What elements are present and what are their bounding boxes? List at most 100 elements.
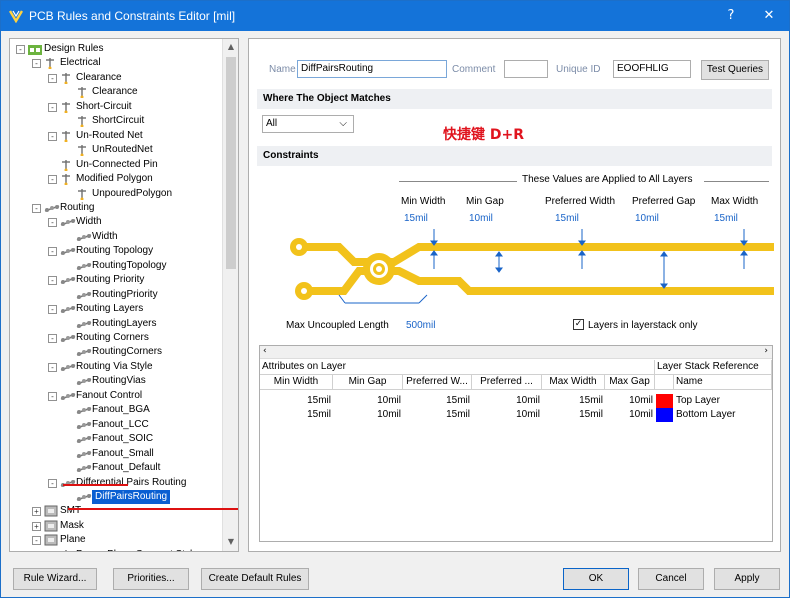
- collapse-icon[interactable]: -: [48, 276, 57, 286]
- close-button[interactable]: ✕: [759, 6, 779, 26]
- cell-pref-gap[interactable]: 10mil: [472, 394, 542, 408]
- tree-node-differential-pairs-routing[interactable]: - Differential Pairs Routing: [10, 476, 222, 490]
- table-row[interactable]: 15mil 10mil 15mil 10mil 15mil 10mil Bottom Lay…: [260, 408, 772, 422]
- where-dropdown[interactable]: All ⌵: [262, 115, 354, 133]
- tree-node-unroutednet[interactable]: UnRoutedNet: [10, 143, 222, 157]
- collapse-icon[interactable]: -: [48, 247, 57, 257]
- tree-node-clearance[interactable]: Clearance: [10, 85, 222, 99]
- cell-min-gap[interactable]: 10mil: [333, 394, 403, 408]
- column-header[interactable]: Max Width: [542, 375, 605, 390]
- expand-icon[interactable]: +: [48, 550, 57, 551]
- collapse-icon[interactable]: -: [48, 334, 57, 343]
- tree-node-routing-via-style[interactable]: - Routing Via Style: [10, 360, 222, 374]
- collapse-icon[interactable]: -: [48, 305, 57, 315]
- comment-field[interactable]: [504, 60, 548, 78]
- name-field[interactable]: DiffPairsRouting: [297, 60, 447, 78]
- unique-id-field[interactable]: EOOFHLIG: [613, 60, 691, 78]
- tree-node-routingvias[interactable]: RoutingVias: [10, 374, 222, 388]
- collapse-icon[interactable]: -: [48, 131, 57, 141]
- tree-node-width[interactable]: - Width: [10, 215, 222, 229]
- scroll-left-icon[interactable]: ‹: [263, 346, 267, 356]
- tree-node-routing[interactable]: - Routing: [10, 201, 222, 215]
- tree-node-diffpairsrouting[interactable]: DiffPairsRouting: [10, 489, 222, 504]
- grid-hscrollbar[interactable]: ‹ ›: [260, 346, 772, 359]
- cell-max-gap[interactable]: 10mil: [605, 394, 655, 408]
- rules-tree[interactable]: - Design Rules - Electrical - Clearance Cleara…: [9, 38, 239, 552]
- collapse-icon[interactable]: -: [48, 478, 57, 488]
- tree-node-design-rules[interactable]: - Design Rules: [10, 42, 222, 56]
- tree-node-fanout-small[interactable]: Fanout_Small: [10, 447, 222, 461]
- collapse-icon[interactable]: -: [48, 73, 57, 83]
- cell-max-gap[interactable]: 10mil: [605, 408, 655, 422]
- column-header[interactable]: Min Width: [260, 375, 333, 390]
- scroll-right-icon[interactable]: ›: [764, 346, 768, 356]
- tree-node-unpouredpolygon[interactable]: UnpouredPolygon: [10, 187, 222, 201]
- tree-node-clearance[interactable]: - Clearance: [10, 71, 222, 85]
- tree-node-routingpriority[interactable]: RoutingPriority: [10, 288, 222, 302]
- scroll-down-icon[interactable]: ▼: [226, 537, 236, 546]
- column-header[interactable]: Max Gap: [605, 375, 655, 390]
- cell-max-width[interactable]: 15mil: [542, 394, 605, 408]
- tree-node-fanout-default[interactable]: Fanout_Default: [10, 461, 222, 475]
- cell-min-gap[interactable]: 10mil: [333, 408, 403, 422]
- tree-scroll-thumb[interactable]: [226, 57, 236, 269]
- cell-min-width[interactable]: 15mil: [260, 408, 333, 422]
- tree-node-un-routed-net[interactable]: - Un-Routed Net: [10, 129, 222, 143]
- collapse-icon[interactable]: -: [48, 218, 57, 228]
- apply-button[interactable]: Apply: [714, 568, 780, 590]
- tree-node-fanout-soic[interactable]: Fanout_SOIC: [10, 432, 222, 446]
- tree-node-fanout-bga[interactable]: Fanout_BGA: [10, 403, 222, 417]
- tree-node-power-plane-connect-style[interactable]: + Power Plane Connect Style: [10, 548, 222, 551]
- create-default-rules-button[interactable]: Create Default Rules: [201, 568, 309, 590]
- tree-scrollbar[interactable]: ▲ ▼: [222, 39, 238, 551]
- expand-icon[interactable]: +: [32, 507, 41, 517]
- tree-node-fanout-lcc[interactable]: Fanout_LCC: [10, 418, 222, 432]
- tree-node-routingtopology[interactable]: RoutingTopology: [10, 259, 222, 273]
- rule-wizard-button[interactable]: Rule Wizard...: [13, 568, 97, 590]
- tree-node-mask[interactable]: + Mask: [10, 519, 222, 533]
- cancel-button[interactable]: Cancel: [638, 568, 704, 590]
- tree-node-shortcircuit[interactable]: ShortCircuit: [10, 114, 222, 128]
- expand-icon[interactable]: +: [32, 521, 41, 531]
- scroll-up-icon[interactable]: ▲: [226, 42, 236, 51]
- tree-node-width[interactable]: Width: [10, 230, 222, 244]
- tree-node-modified-polygon[interactable]: - Modified Polygon: [10, 172, 222, 186]
- column-header[interactable]: Preferred W...: [403, 375, 472, 390]
- column-header[interactable]: Min Gap: [333, 375, 403, 390]
- layers-only-checkbox[interactable]: ✓: [573, 319, 584, 330]
- tree-node-routing-topology[interactable]: - Routing Topology: [10, 244, 222, 258]
- tree-node-routingcorners[interactable]: RoutingCorners: [10, 345, 222, 359]
- tree-node-un-connected-pin[interactable]: Un-Connected Pin: [10, 158, 222, 172]
- tree-node-fanout-control[interactable]: - Fanout Control: [10, 389, 222, 403]
- tree-node-smt[interactable]: + SMT: [10, 504, 222, 518]
- test-queries-button[interactable]: Test Queries: [701, 60, 769, 80]
- cell-min-width[interactable]: 15mil: [260, 394, 333, 408]
- table-row[interactable]: 15mil 10mil 15mil 10mil 15mil 10mil Top Layer: [260, 394, 772, 408]
- cell-pref-width[interactable]: 15mil: [403, 394, 472, 408]
- collapse-icon[interactable]: -: [32, 59, 41, 69]
- column-header[interactable]: Preferred ...: [472, 375, 542, 390]
- tree-node-routing-layers[interactable]: - Routing Layers: [10, 302, 222, 316]
- collapse-icon[interactable]: -: [32, 536, 41, 546]
- tree-node-short-circuit[interactable]: - Short-Circuit: [10, 100, 222, 114]
- column-header[interactable]: Name: [674, 375, 772, 390]
- tree-node-routing-priority[interactable]: - Routing Priority: [10, 273, 222, 287]
- help-button[interactable]: ?: [721, 6, 741, 26]
- tree-node-routing-corners[interactable]: - Routing Corners: [10, 331, 222, 345]
- collapse-icon[interactable]: -: [16, 45, 25, 54]
- priorities-button[interactable]: Priorities...: [113, 568, 189, 590]
- max-uncoupled-value[interactable]: 500mil: [406, 320, 435, 331]
- collapse-icon[interactable]: -: [48, 362, 57, 372]
- cell-pref-width[interactable]: 15mil: [403, 408, 472, 422]
- collapse-icon[interactable]: -: [32, 203, 41, 213]
- tree-node-electrical[interactable]: - Electrical: [10, 56, 222, 70]
- bracket-right: [704, 181, 769, 182]
- ok-button[interactable]: OK: [563, 568, 629, 590]
- collapse-icon[interactable]: -: [48, 391, 57, 401]
- collapse-icon[interactable]: -: [48, 175, 57, 185]
- collapse-icon[interactable]: -: [48, 102, 57, 112]
- cell-pref-gap[interactable]: 10mil: [472, 408, 542, 422]
- tree-node-plane[interactable]: - Plane: [10, 533, 222, 547]
- cell-max-width[interactable]: 15mil: [542, 408, 605, 422]
- tree-node-routinglayers[interactable]: RoutingLayers: [10, 317, 222, 331]
